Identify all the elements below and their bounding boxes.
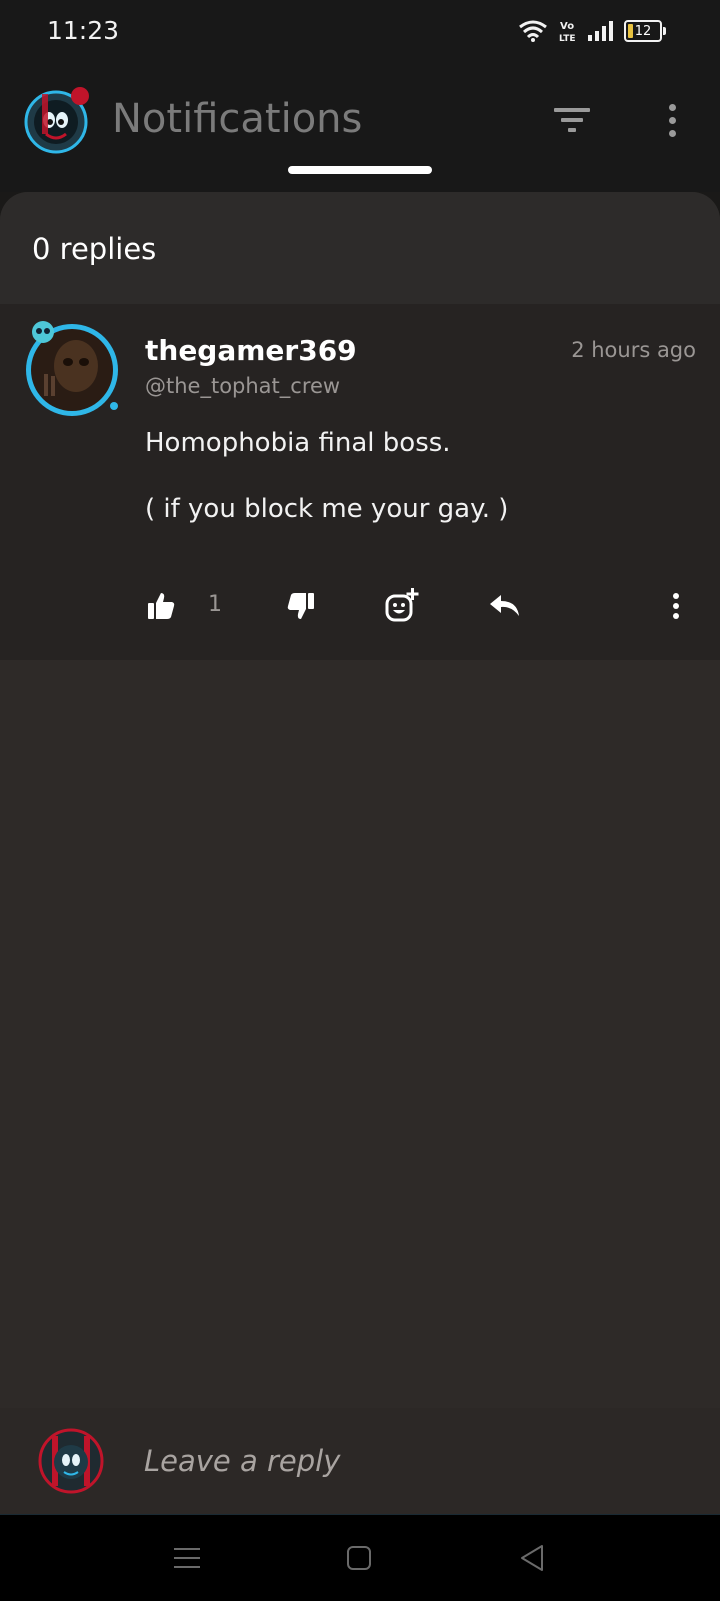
back-icon[interactable] — [516, 1541, 550, 1575]
comment-actions: 1 — [0, 580, 720, 632]
signal-icon — [588, 21, 613, 41]
dot — [668, 103, 676, 111]
comment-more-icon[interactable] — [670, 588, 682, 624]
svg-text:Vo: Vo — [560, 21, 574, 32]
like-count: 1 — [208, 592, 222, 617]
thumbs-up-icon[interactable] — [146, 588, 176, 624]
user-avatar[interactable] — [38, 1428, 104, 1494]
wifi-icon — [519, 20, 547, 42]
battery-icon: 12 — [624, 20, 666, 42]
reply-icon[interactable] — [488, 588, 522, 624]
avatar[interactable] — [18, 312, 126, 420]
status-icons: Vo LTE 12 — [518, 18, 666, 44]
system-nav-bar — [0, 1514, 720, 1601]
volte-icon: Vo LTE — [559, 21, 576, 44]
battery-level: 12 — [634, 23, 652, 39]
home-icon[interactable] — [342, 1541, 376, 1575]
reply-bar — [0, 1408, 720, 1514]
replies-sheet: 0 replies thegamer369 @the_tophat_crew 2… — [0, 192, 720, 1408]
comment-text-line: Homophobia final boss. — [145, 428, 451, 458]
comment-handle[interactable]: @the_tophat_crew — [145, 374, 340, 398]
app-logo-icon[interactable] — [22, 84, 92, 154]
status-time: 11:23 — [47, 16, 120, 45]
add-reaction-icon[interactable] — [384, 588, 420, 624]
app-bar: Notifications — [0, 64, 720, 192]
dot — [668, 129, 676, 137]
comment-body: Homophobia final boss. ( if you block me… — [145, 428, 685, 560]
dot — [668, 116, 676, 124]
comment-card: thegamer369 @the_tophat_crew 2 hours ago… — [0, 304, 720, 660]
comment-text-line: ( if you block me your gay. ) — [145, 494, 509, 524]
svg-text:LTE: LTE — [559, 34, 576, 44]
comment-timestamp: 2 hours ago — [571, 338, 696, 362]
reply-input[interactable] — [144, 1438, 664, 1484]
comment-username[interactable]: thegamer369 — [145, 334, 357, 367]
thumbs-down-icon[interactable] — [286, 588, 316, 624]
page-title: Notifications — [112, 96, 363, 142]
more-options-button[interactable] — [654, 98, 690, 142]
sheet-drag-handle[interactable] — [288, 166, 432, 174]
status-bar: 11:23 Vo LTE 12 — [0, 0, 720, 64]
sheet-header: 0 replies — [0, 192, 720, 304]
replies-count: 0 replies — [32, 232, 157, 266]
recent-apps-icon[interactable] — [170, 1541, 204, 1575]
filter-icon[interactable] — [552, 100, 592, 140]
